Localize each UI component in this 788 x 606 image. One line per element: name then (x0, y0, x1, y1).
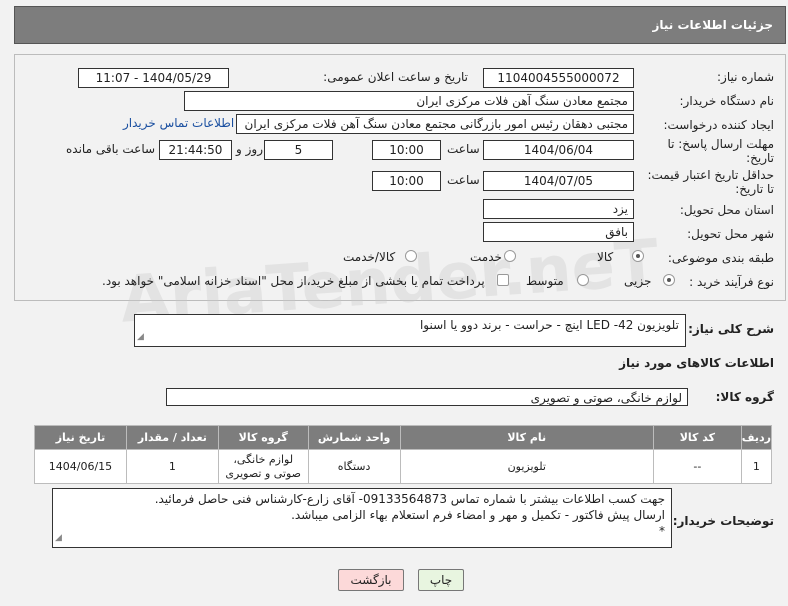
col-code: کد کالا (652, 425, 742, 450)
goods-group-field[interactable]: لوازم خانگی، صوتی و تصویری (166, 388, 688, 406)
cell-unit: دستگاه (307, 449, 401, 484)
buyer-notes-label: توضیحات خریدار: (672, 514, 774, 528)
back-button[interactable]: بازگشت (338, 569, 404, 591)
province-label: استان محل تحویل: (679, 203, 774, 217)
buyer-notes-line-3: * (659, 524, 665, 538)
treasury-checkbox[interactable] (497, 274, 509, 286)
category-both-radio[interactable] (405, 250, 417, 262)
table-row[interactable]: 1 -- تلویزیون دستگاه لوازم خانگی، صوتی و… (34, 449, 773, 484)
days-label: روز و (236, 142, 263, 156)
buyer-org-field[interactable]: مجتمع معادن سنگ آهن فلات مرکزی ایران (184, 91, 634, 111)
category-both-label: کالا/خدمت (343, 250, 396, 264)
cell-row: 1 (740, 449, 773, 484)
process-medium-label: متوسط (526, 274, 564, 288)
price-valid-label: حداقل تاریخ اعتبار قیمت: (647, 168, 774, 182)
page-title: جزئیات اطلاعات نیاز (652, 18, 773, 32)
summary-label: شرح کلی نیاز: (688, 322, 774, 336)
category-service-radio[interactable] (504, 250, 516, 262)
remaining-time-field[interactable]: 21:44:50 (159, 140, 232, 160)
days-field[interactable]: 5 (264, 140, 333, 160)
col-group: گروه کالا (217, 425, 309, 450)
process-medium-radio[interactable] (577, 274, 589, 286)
page-header: جزئیات اطلاعات نیاز (14, 6, 786, 44)
col-qty: تعداد / مقدار (125, 425, 219, 450)
buyer-notes-line-1: جهت کسب اطلاعات بیشتر با شماره تماس 0913… (154, 492, 665, 506)
cell-code: -- (652, 449, 742, 484)
goods-table-header: ردیف کد کالا نام کالا واحد شمارش گروه کا… (34, 425, 773, 450)
summary-text: تلویزیون LED -42 اینچ - حراست - برند دوو… (419, 318, 679, 332)
col-name: نام کالا (399, 425, 654, 450)
category-service-label: خدمت (470, 250, 502, 264)
col-date: تاریخ نیاز (34, 425, 127, 450)
price-time-field[interactable]: 10:00 (372, 171, 441, 191)
process-minor-radio[interactable] (663, 274, 675, 286)
process-label: نوع فرآیند خرید : (689, 275, 774, 289)
category-goods-label: کالا (597, 250, 614, 264)
reply-time-field[interactable]: 10:00 (372, 140, 441, 160)
resize-handle-icon[interactable]: ◢ (137, 329, 144, 345)
goods-group-label: گروه کالا: (715, 390, 774, 404)
goods-section-title: اطلاعات کالاهای مورد نیاز (619, 356, 774, 370)
remaining-label: ساعت باقی مانده (66, 142, 156, 156)
process-minor-label: جزیی (624, 274, 652, 288)
reply-deadline-label: مهلت ارسال پاسخ: تا (667, 137, 774, 151)
reply-date-field[interactable]: 1404/06/04 (483, 140, 634, 160)
category-label: طبقه بندی موضوعی: (667, 251, 774, 265)
cell-date: 1404/06/15 (34, 449, 127, 484)
price-date-field[interactable]: 1404/07/05 (483, 171, 634, 191)
reply-deadline-label-2: تاریخ: (746, 151, 774, 165)
need-number-field[interactable]: 1104004555000072 (483, 68, 634, 88)
cell-name: تلویزیون (399, 449, 654, 484)
cell-group: لوازم خانگی، صوتی و تصویری (217, 449, 309, 484)
need-number-label: شماره نیاز: (717, 70, 774, 84)
province-field[interactable]: یزد (483, 199, 634, 219)
reply-time-label: ساعت (447, 142, 480, 156)
announce-field[interactable]: 1404/05/29 - 11:07 (78, 68, 229, 88)
buyer-contact-link[interactable]: اطلاعات تماس خریدار (123, 116, 234, 130)
creator-label: ایجاد کننده درخواست: (663, 118, 774, 132)
resize-handle-icon[interactable]: ◢ (55, 530, 62, 546)
price-time-label: ساعت (447, 173, 480, 187)
buyer-notes-field[interactable]: جهت کسب اطلاعات بیشتر با شماره تماس 0913… (52, 488, 672, 548)
announce-label: تاریخ و ساعت اعلان عمومی: (323, 70, 468, 84)
city-label: شهر محل تحویل: (687, 227, 774, 241)
creator-field[interactable]: مجتبی دهقان رئیس امور بازرگانی مجتمع معا… (236, 114, 634, 134)
buyer-notes-line-2: ارسال پیش فاکتور - تکمیل و مهر و امضاء ف… (291, 508, 665, 522)
price-valid-label-2: تا تاریخ: (735, 182, 774, 196)
col-unit: واحد شمارش (307, 425, 401, 450)
payment-note: پرداخت تمام یا بخشی از مبلغ خرید،از محل … (102, 274, 485, 288)
summary-field[interactable]: تلویزیون LED -42 اینچ - حراست - برند دوو… (134, 314, 686, 347)
col-row: ردیف (740, 425, 773, 450)
buyer-org-label: نام دستگاه خریدار: (679, 94, 775, 108)
print-button[interactable]: چاپ (418, 569, 464, 591)
goods-table: ردیف کد کالا نام کالا واحد شمارش گروه کا… (34, 425, 773, 484)
cell-qty: 1 (125, 449, 219, 484)
category-goods-radio[interactable] (632, 250, 644, 262)
city-field[interactable]: بافق (483, 222, 634, 242)
